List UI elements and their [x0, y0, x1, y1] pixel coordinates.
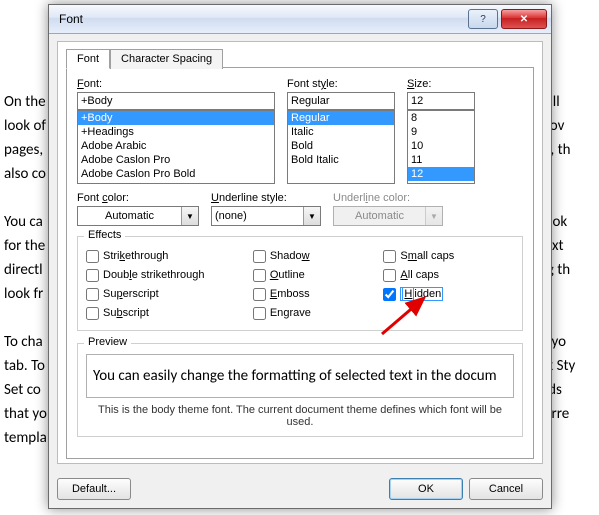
font-color-value: Automatic [78, 210, 181, 222]
preview-note: This is the body theme font. The current… [86, 404, 514, 428]
list-item[interactable]: 9 [408, 125, 474, 139]
font-dialog: Font ? ✕ Font Character Spacing Font: +B… [48, 4, 552, 509]
underline-style-value: (none) [212, 210, 303, 222]
list-item[interactable]: Adobe Caslon Pro Bold [78, 167, 274, 181]
underline-color-value: Automatic [334, 210, 425, 222]
list-item[interactable]: 11 [408, 153, 474, 167]
check-double-strikethrough[interactable]: Double strikethrough [86, 266, 253, 284]
preview-box: You can easily change the formatting of … [86, 354, 514, 398]
check-emboss[interactable]: Emboss [253, 285, 384, 303]
list-item[interactable]: Regular [288, 111, 394, 125]
font-color-combo[interactable]: Automatic ▼ [77, 206, 199, 226]
underline-style-label: Underline style: [211, 192, 321, 204]
underline-color-label: Underline color: [333, 192, 443, 204]
ok-button[interactable]: OK [389, 478, 463, 500]
font-listbox[interactable]: +Body +Headings Adobe Arabic Adobe Caslo… [77, 110, 275, 184]
font-style-label: Font style: [287, 78, 395, 90]
check-superscript[interactable]: Superscript [86, 285, 253, 303]
tab-character-spacing[interactable]: Character Spacing [110, 49, 223, 69]
font-style-listbox[interactable]: Regular Italic Bold Bold Italic [287, 110, 395, 184]
check-small-caps[interactable]: Small caps [383, 247, 514, 265]
font-color-label: Font color: [77, 192, 199, 204]
chevron-down-icon: ▼ [303, 207, 320, 225]
font-label: Font: [77, 78, 275, 90]
list-item[interactable]: Italic [288, 125, 394, 139]
chevron-down-icon: ▼ [425, 207, 442, 225]
effects-legend: Effects [84, 229, 125, 241]
list-item[interactable]: Adobe Caslon Pro [78, 153, 274, 167]
check-subscript[interactable]: Subscript [86, 304, 253, 322]
check-engrave[interactable]: Engrave [253, 304, 384, 322]
check-shadow[interactable]: Shadow [253, 247, 384, 265]
tab-font[interactable]: Font [66, 49, 110, 69]
preview-legend: Preview [84, 336, 131, 348]
effects-group: Effects Strikethrough Double strikethrou… [77, 236, 523, 331]
titlebar[interactable]: Font ? ✕ [49, 5, 551, 34]
default-button[interactable]: Default... [57, 478, 131, 500]
check-strikethrough[interactable]: Strikethrough [86, 247, 253, 265]
size-listbox[interactable]: 8 9 10 11 12 [407, 110, 475, 184]
list-item[interactable]: +Body [78, 111, 274, 125]
size-input[interactable] [407, 92, 475, 110]
close-button[interactable]: ✕ [501, 9, 547, 29]
font-input[interactable] [77, 92, 275, 110]
check-hidden[interactable]: Hidden [383, 285, 514, 303]
underline-color-combo: Automatic ▼ [333, 206, 443, 226]
check-outline[interactable]: Outline [253, 266, 384, 284]
list-item[interactable]: +Headings [78, 125, 274, 139]
size-label: Size: [407, 78, 475, 90]
chevron-down-icon: ▼ [181, 207, 198, 225]
check-all-caps[interactable]: All caps [383, 266, 514, 284]
help-button[interactable]: ? [468, 9, 498, 29]
list-item[interactable]: 8 [408, 111, 474, 125]
list-item[interactable]: Bold Italic [288, 153, 394, 167]
list-item[interactable]: 10 [408, 139, 474, 153]
font-style-input[interactable] [287, 92, 395, 110]
preview-group: Preview You can easily change the format… [77, 343, 523, 437]
cancel-button[interactable]: Cancel [469, 478, 543, 500]
list-item[interactable]: Adobe Arabic [78, 139, 274, 153]
underline-style-combo[interactable]: (none) ▼ [211, 206, 321, 226]
dialog-title: Font [59, 12, 468, 26]
list-item[interactable]: Bold [288, 139, 394, 153]
list-item[interactable]: 12 [408, 167, 474, 181]
